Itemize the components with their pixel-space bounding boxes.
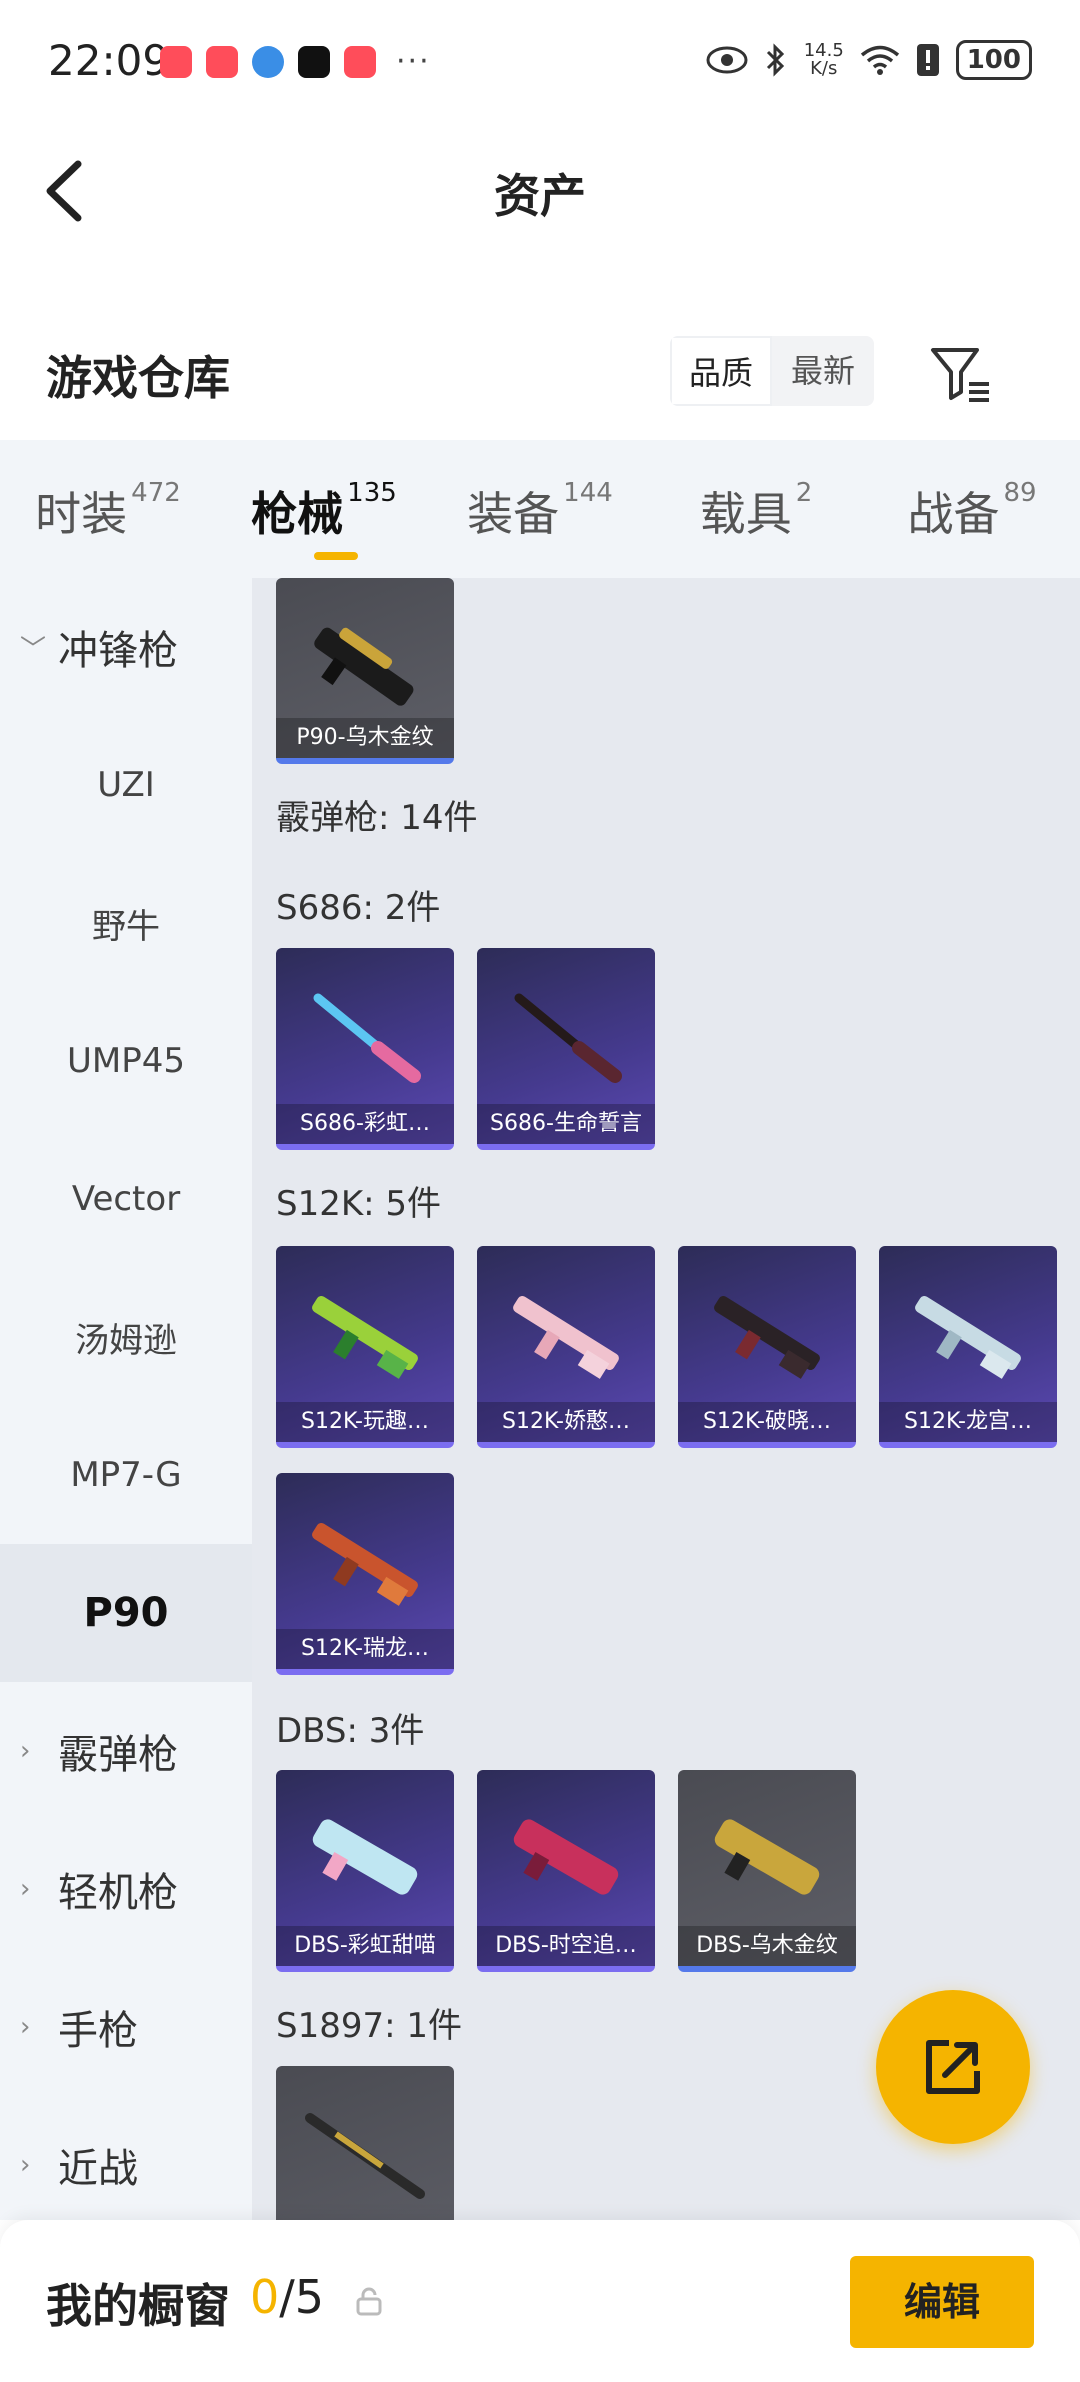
weapon-card-name: P90-乌木金纹 xyxy=(276,718,454,758)
tab-vehicles[interactable]: 载具 2 xyxy=(648,440,864,578)
sort-toggle: 品质 最新 xyxy=(670,336,874,406)
weapon-card-name: S12K-玩趣… xyxy=(276,1402,454,1442)
rifle-skin-icon xyxy=(714,1295,820,1379)
status-time: 22:09 xyxy=(48,36,170,85)
tab-fashion[interactable]: 时装 472 xyxy=(0,440,216,578)
page-title: 资产 xyxy=(494,169,586,223)
wifi-icon xyxy=(860,45,899,75)
tiktok-app-icon xyxy=(298,45,330,78)
sidebar-item-uzi[interactable]: UZI xyxy=(0,716,252,854)
sort-option-quality[interactable]: 品质 xyxy=(670,336,772,406)
shopping-app-icon xyxy=(160,45,192,78)
weapon-card-name: S12K-龙宫… xyxy=(879,1402,1057,1442)
status-bar: 22:09 ··· 14.5 K/s 100 xyxy=(0,0,1080,120)
weapon-grid: P90-乌木金纹 霰弹枪: 14件 S686: 2件 S686-彩虹… S686… xyxy=(252,578,1080,2220)
weapon-card[interactable]: S12K-瑞龙… xyxy=(276,1473,454,1675)
weapon-card[interactable]: S686-彩虹… xyxy=(276,948,454,1150)
weapon-card[interactable]: S12K-娇憨… xyxy=(477,1246,655,1448)
eye-icon xyxy=(706,46,748,74)
browser-app-icon xyxy=(252,45,284,78)
external-link-icon xyxy=(926,2040,980,2094)
dbs-skin-icon xyxy=(513,1819,619,1895)
share-button[interactable] xyxy=(876,1990,1030,2144)
chevron-right-icon: › xyxy=(20,2150,31,2180)
weapon-card[interactable]: S12K-龙宫… xyxy=(879,1246,1057,1448)
rifle-skin-icon xyxy=(312,1295,418,1379)
sidebar-item-vector[interactable]: Vector xyxy=(0,1130,252,1268)
section-title: DBS: 3件 xyxy=(276,1711,425,1751)
filter-icon[interactable] xyxy=(925,340,995,410)
shopping-app-icon xyxy=(344,45,376,78)
weapon-card[interactable]: S12K-破晓… xyxy=(678,1246,856,1448)
showcase-count: 0/5 xyxy=(250,2270,325,2324)
showcase-bar: 我的橱窗 0/5 编辑 xyxy=(0,2220,1080,2382)
section-title: S686: 2件 xyxy=(276,888,441,928)
section-title: S1897: 1件 xyxy=(276,2006,463,2046)
sort-option-newest[interactable]: 最新 xyxy=(772,336,874,406)
weapon-card-name: S12K-瑞龙… xyxy=(276,1629,454,1669)
sidebar-group-melee[interactable]: › 近战 xyxy=(0,2096,252,2234)
smg-skin-icon xyxy=(314,627,414,706)
weapon-card[interactable]: DBS-彩虹甜喵 xyxy=(276,1770,454,1972)
more-notifications-icon: ··· xyxy=(396,44,431,79)
sidebar-group-smg[interactable]: ﹀ 冲锋枪 xyxy=(0,578,252,716)
status-indicators: 14.5 K/s 100 xyxy=(706,40,1032,80)
shopping-app-icon xyxy=(206,45,238,78)
chevron-down-icon: ﹀ xyxy=(20,634,47,665)
weapon-card-name: S686-彩虹… xyxy=(276,1104,454,1144)
sidebar-item-mp7g[interactable]: MP7-G xyxy=(0,1406,252,1544)
shotgun-skin-icon xyxy=(313,993,421,1083)
tab-tactical[interactable]: 战备 89 xyxy=(864,440,1080,578)
sidebar-group-lmg[interactable]: › 轻机枪 xyxy=(0,1820,252,1958)
shotgun-skin-icon xyxy=(305,2113,425,2199)
weapon-card[interactable]: P90-乌木金纹 xyxy=(276,578,454,764)
weapon-card-name: S12K-破晓… xyxy=(678,1402,856,1442)
sidebar-item-p90[interactable]: P90 xyxy=(0,1544,252,1682)
sidebar-group-shotgun[interactable]: › 霰弹枪 xyxy=(0,1682,252,1820)
weapon-card[interactable]: DBS-乌木金纹 xyxy=(678,1770,856,1972)
network-speed: 14.5 K/s xyxy=(803,40,844,79)
chevron-right-icon: › xyxy=(20,1736,31,1766)
weapon-card-name: S12K-娇憨… xyxy=(477,1402,655,1442)
sidebar-item-thompson[interactable]: 汤姆逊 xyxy=(0,1268,252,1406)
weapon-card[interactable]: S12K-玩趣… xyxy=(276,1246,454,1448)
dbs-skin-icon xyxy=(714,1819,820,1895)
dbs-skin-icon xyxy=(312,1819,418,1895)
rifle-skin-icon xyxy=(915,1295,1021,1379)
sidebar-item-ump45[interactable]: UMP45 xyxy=(0,992,252,1130)
notification-icons: ··· xyxy=(160,44,431,79)
category-title: 霰弹枪: 14件 xyxy=(276,798,478,838)
weapon-card-name: DBS-时空追… xyxy=(477,1926,655,1966)
tab-weapons[interactable]: 枪械 135 xyxy=(216,440,432,578)
section-title: S12K: 5件 xyxy=(276,1184,442,1224)
weapon-card-name: DBS-彩虹甜喵 xyxy=(276,1926,454,1966)
lock-icon xyxy=(356,2287,382,2316)
shotgun-skin-icon xyxy=(514,993,622,1083)
battery-indicator: 100 xyxy=(955,40,1032,80)
showcase-title: 我的橱窗 xyxy=(46,2279,230,2333)
sidebar-item-bizon[interactable]: 野牛 xyxy=(0,854,252,992)
weapon-card-name: DBS-乌木金纹 xyxy=(678,1926,856,1966)
sidebar-group-pistol[interactable]: › 手枪 xyxy=(0,1958,252,2096)
app-header: 资产 xyxy=(0,130,1080,250)
weapon-card[interactable]: S686-生命誓言 xyxy=(477,948,655,1150)
edit-button[interactable]: 编辑 xyxy=(850,2256,1034,2348)
warehouse-title: 游戏仓库 xyxy=(46,351,230,405)
weapon-card[interactable]: DBS-时空追… xyxy=(477,1770,655,1972)
alert-icon xyxy=(916,44,939,76)
chevron-right-icon: › xyxy=(20,2012,31,2042)
tab-equipment[interactable]: 装备 144 xyxy=(432,440,648,578)
weapon-card-name: S686-生命誓言 xyxy=(477,1104,655,1144)
weapon-type-sidebar: ﹀ 冲锋枪 UZI 野牛 UMP45 Vector 汤姆逊 MP7-G P90 ›… xyxy=(0,578,252,2220)
category-tabs: 时装 472 枪械 135 装备 144 载具 2 战备 89 xyxy=(0,440,1080,578)
weapon-card[interactable] xyxy=(276,2066,454,2220)
warehouse-bar: 游戏仓库 品质 最新 xyxy=(0,320,1080,440)
rifle-skin-icon xyxy=(513,1295,619,1379)
chevron-right-icon: › xyxy=(20,1874,31,1904)
bluetooth-icon xyxy=(766,43,784,77)
rifle-skin-icon xyxy=(312,1522,418,1606)
